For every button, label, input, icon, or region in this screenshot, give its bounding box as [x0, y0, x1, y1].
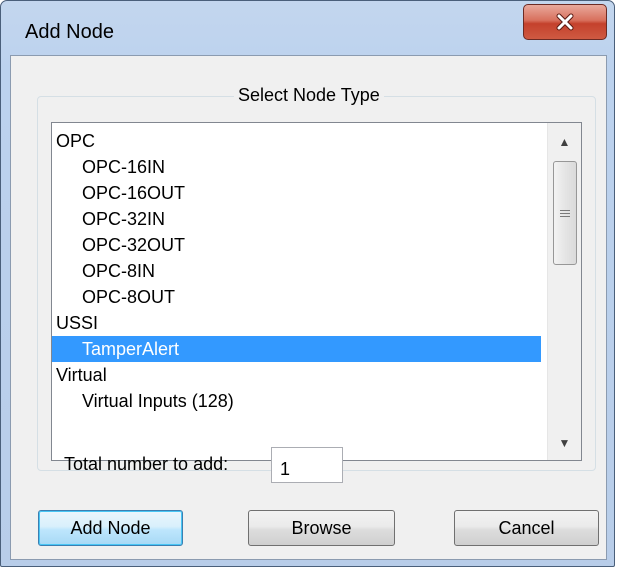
- list-item[interactable]: OPC-8OUT: [52, 284, 541, 310]
- cancel-button[interactable]: Cancel: [454, 510, 599, 546]
- list-item[interactable]: OPC-16OUT: [52, 180, 541, 206]
- triangle-up-icon: ▲: [558, 135, 571, 149]
- list-item[interactable]: Virtual Inputs (128): [52, 388, 541, 414]
- scroll-thumb[interactable]: [553, 161, 577, 265]
- close-button[interactable]: [523, 4, 607, 40]
- list-item[interactable]: OPC-8IN: [52, 258, 541, 284]
- list-item[interactable]: OPC-32OUT: [52, 232, 541, 258]
- grip-icon: [560, 208, 570, 219]
- title-bar[interactable]: Add Node: [1, 1, 614, 55]
- vertical-scrollbar[interactable]: ▲ ▼: [547, 123, 581, 460]
- triangle-down-icon: ▼: [558, 436, 571, 450]
- total-number-input[interactable]: [271, 447, 343, 483]
- add-node-button[interactable]: Add Node: [38, 510, 183, 546]
- add-node-dialog: Add Node Select Node Type OPC OPC-16IN OPC…: [0, 0, 615, 567]
- dialog-body: Select Node Type OPC OPC-16IN OPC-16OUT OPC…: [10, 55, 607, 560]
- node-type-listbox[interactable]: OPC OPC-16IN OPC-16OUT OPC-32IN OPC-32OUT OPC…: [51, 122, 582, 461]
- total-number-label: Total number to add:: [64, 454, 229, 474]
- browse-button[interactable]: Browse: [248, 510, 395, 546]
- list-item[interactable]: OPC-16IN: [52, 154, 541, 180]
- list-items: OPC OPC-16IN OPC-16OUT OPC-32IN OPC-32OUT OPC…: [52, 128, 541, 414]
- close-icon: [556, 13, 574, 31]
- window-title: Add Node: [25, 21, 114, 43]
- list-item[interactable]: TamperAlert: [52, 336, 541, 362]
- list-item[interactable]: OPC: [52, 128, 541, 154]
- scroll-down-button[interactable]: ▼: [548, 428, 581, 458]
- list-item[interactable]: OPC-32IN: [52, 206, 541, 232]
- list-item[interactable]: Virtual: [52, 362, 541, 388]
- group-label: Select Node Type: [234, 85, 384, 106]
- list-item[interactable]: USSI: [52, 310, 541, 336]
- scroll-up-button[interactable]: ▲: [548, 127, 581, 157]
